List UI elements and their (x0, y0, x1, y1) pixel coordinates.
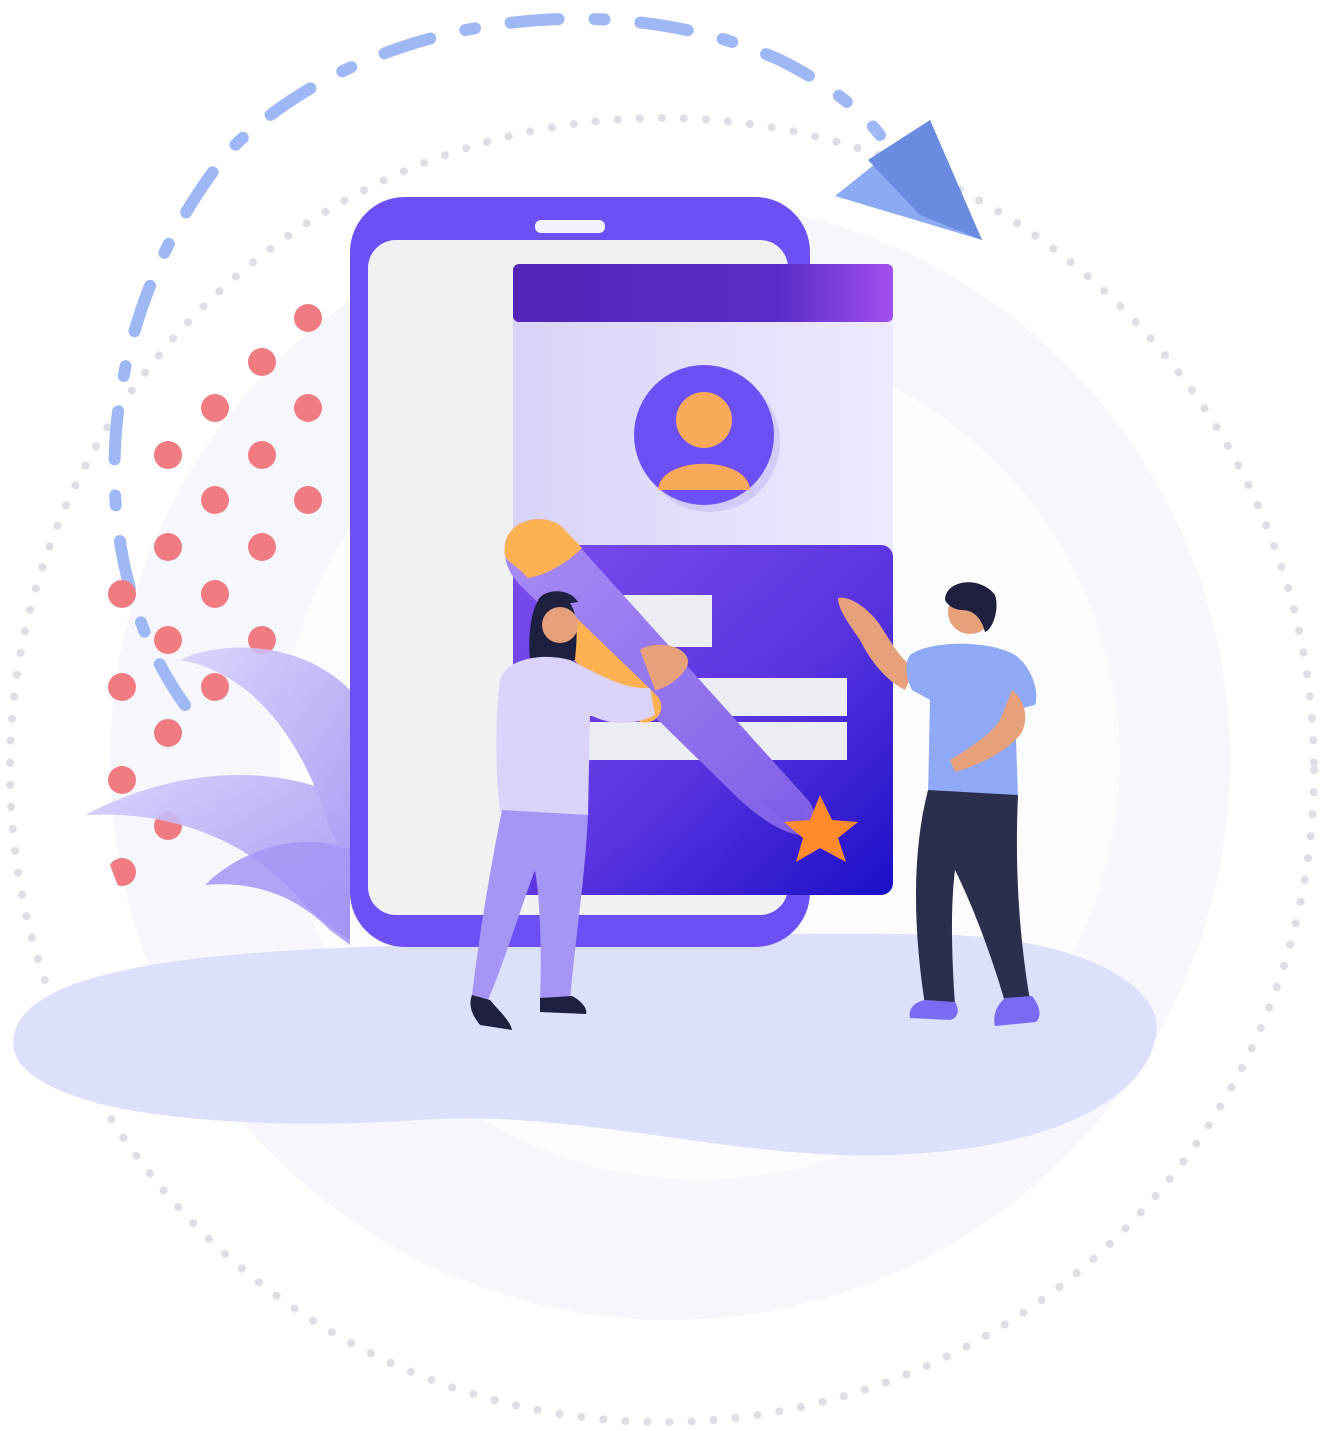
phone-speaker (535, 220, 605, 233)
user-avatar-icon (634, 365, 774, 505)
ground-blob (13, 933, 1157, 1156)
card-header (513, 264, 893, 322)
illustration-scene (6, 12, 1318, 1426)
paper-plane-icon (835, 120, 982, 240)
